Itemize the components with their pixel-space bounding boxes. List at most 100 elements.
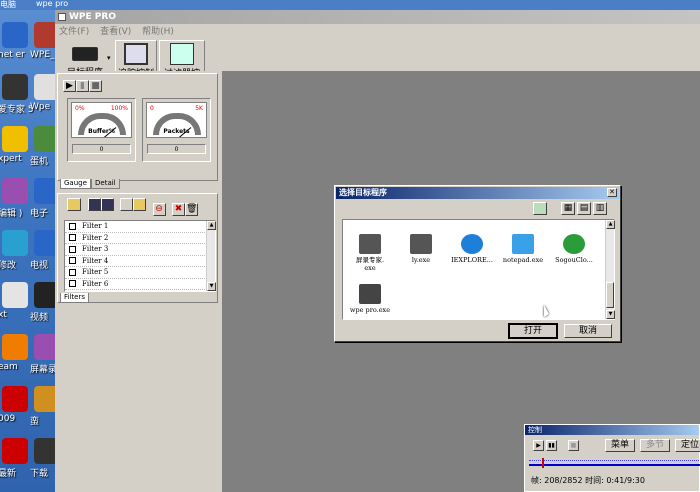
trash-icon[interactable]: 🗑	[185, 203, 198, 216]
process-item[interactable]: SogouClo...	[549, 234, 599, 264]
timeline-marker[interactable]	[541, 458, 544, 468]
desktop-app-icon[interactable]	[2, 126, 28, 152]
buffer-value: 0	[72, 144, 131, 154]
filter-scrollbar[interactable]: ▲ ▼	[206, 221, 216, 291]
save-as-icon[interactable]	[100, 198, 114, 211]
filter-row[interactable]: Filter 1	[65, 221, 215, 233]
pause-button[interactable]: ▮	[76, 80, 89, 92]
menu-help[interactable]: 帮助(H)	[142, 27, 174, 37]
tab-detail[interactable]: Detail	[91, 179, 120, 189]
desktop-app-icon[interactable]	[2, 438, 28, 464]
chip-icon	[72, 47, 98, 61]
process-name: IEXPLORE...	[451, 256, 493, 264]
delete-x-icon[interactable]: ✖	[172, 203, 185, 216]
details-view-icon[interactable]: ▥	[593, 202, 607, 215]
scroll-down-button[interactable]: ▼	[207, 282, 216, 291]
large-icons-view-icon[interactable]: ▦	[561, 202, 575, 215]
menu-file[interactable]: 文件(F)	[59, 27, 89, 37]
filter-checkbox[interactable]	[69, 268, 76, 276]
stop-icon[interactable]: ■	[568, 440, 579, 451]
control-titlebar[interactable]: 控制	[525, 425, 699, 435]
process-item[interactable]: notepad.exe	[498, 234, 548, 264]
find-process-icon[interactable]	[533, 202, 547, 215]
desktop-app-icon[interactable]	[2, 334, 28, 360]
desktop-top-strip	[0, 0, 700, 10]
filter-row[interactable]: Filter 4	[65, 256, 215, 267]
process-item[interactable]: wpe pro.exe	[345, 284, 395, 314]
target-dropdown-arrow[interactable]: ▾	[107, 54, 111, 62]
pause-icon[interactable]: ▮▮	[546, 440, 557, 451]
desktop-app-icon[interactable]	[2, 386, 28, 412]
desktop-icon-label: 下载	[30, 469, 49, 479]
tab-gauge[interactable]: Gauge	[60, 179, 91, 189]
filter-checkbox[interactable]	[69, 234, 76, 241]
desktop-app-icon[interactable]	[2, 230, 28, 256]
scroll-thumb[interactable]	[606, 282, 614, 308]
desktop-app-icon[interactable]	[2, 22, 28, 48]
filter-row[interactable]: Filter 3	[65, 244, 215, 256]
cancel-button[interactable]: 取消	[564, 324, 612, 338]
dialog-titlebar[interactable]: 选择目标程序 ✕	[336, 187, 619, 199]
window-titlebar[interactable]: WPE PRO	[55, 10, 700, 24]
process-name: notepad.exe	[502, 256, 544, 264]
app-icon	[58, 13, 66, 21]
pen-icon[interactable]	[133, 198, 146, 211]
list-view-icon[interactable]: ▤	[577, 202, 591, 215]
edit-icon[interactable]	[120, 198, 133, 211]
process-name: SogouClo...	[555, 256, 593, 264]
desktop-app-icon[interactable]	[2, 282, 28, 308]
filter-list: Filter 1 Filter 2 Filter 3 Filter 4 Filter 5…	[64, 220, 216, 292]
notepad-icon	[512, 234, 534, 254]
scroll-down-button[interactable]: ▼	[606, 310, 615, 319]
filter-pen-icon	[170, 43, 194, 65]
locate-button[interactable]: 定位	[675, 439, 700, 452]
filter-name: Filter 5	[82, 268, 109, 276]
close-icon[interactable]: ✕	[607, 188, 617, 197]
play-button[interactable]: ▶	[63, 80, 76, 92]
menu-bar: 文件(F) 查看(V) 帮助(H)	[55, 24, 700, 40]
save-icon[interactable]	[87, 198, 101, 211]
play-icon[interactable]: ▶	[533, 440, 544, 451]
desktop-icon-label: xt	[0, 310, 7, 320]
control-status: 帧: 208/2852 时间: 0:41/9:30	[531, 476, 645, 485]
filter-checkbox[interactable]	[69, 245, 76, 253]
process-item[interactable]: ly.exe	[396, 234, 446, 264]
more-button[interactable]: 多节	[640, 439, 670, 452]
stop-button[interactable]: ■	[89, 80, 102, 92]
desktop-icon-label: 编辑 )	[0, 209, 23, 219]
filter-row[interactable]: Filter 2	[65, 233, 215, 244]
desktop-icon-label: net er	[0, 50, 25, 60]
trace-buttons: ▶ ▮ ■	[63, 78, 102, 92]
menu-view[interactable]: 查看(V)	[100, 27, 131, 37]
desktop-app-icon[interactable]	[2, 74, 28, 100]
packets-gauge-label: Packets	[163, 128, 190, 135]
open-button[interactable]: 打开	[508, 323, 558, 339]
desktop-icon-label: 蛋机	[30, 157, 49, 167]
packets-max: 5K	[195, 105, 203, 112]
desktop-icon-label: 修改	[0, 261, 17, 271]
filter-checkbox[interactable]	[69, 222, 76, 230]
process-item[interactable]: 屏录专家. exe	[345, 234, 395, 272]
timeline-track[interactable]	[529, 460, 700, 466]
scroll-up-button[interactable]: ▲	[606, 220, 615, 229]
packets-gauge: 0 5K Packets 0	[142, 98, 211, 162]
dialog-title: 选择目标程序	[339, 188, 387, 197]
desktop-icon-label: 009	[0, 414, 16, 424]
open-folder-icon[interactable]	[67, 198, 81, 211]
window-title: WPE PRO	[69, 12, 116, 22]
filter-row[interactable]: Filter 6	[65, 279, 215, 290]
menu-button[interactable]: 菜单	[605, 439, 635, 452]
process-item[interactable]: IEXPLORE...	[447, 234, 497, 264]
scroll-up-button[interactable]: ▲	[207, 221, 216, 230]
process-scrollbar[interactable]: ▲ ▼	[605, 220, 615, 319]
filter-checkbox[interactable]	[69, 257, 76, 264]
desktop-icon-label: 最新	[0, 469, 17, 479]
filter-checkbox[interactable]	[69, 280, 76, 287]
stop-filter-icon[interactable]: ⊖	[152, 203, 166, 216]
desktop-icon-label: 电子	[30, 209, 49, 219]
filter-row[interactable]: Filter 5	[65, 267, 215, 279]
tab-filters[interactable]: Filters	[60, 293, 89, 303]
process-list: 屏录专家. exe ly.exe IEXPLORE... notepad.exe Sog…	[342, 219, 615, 320]
desktop-app-icon[interactable]	[2, 178, 28, 204]
desktop-icon-label: 视频	[30, 313, 49, 323]
